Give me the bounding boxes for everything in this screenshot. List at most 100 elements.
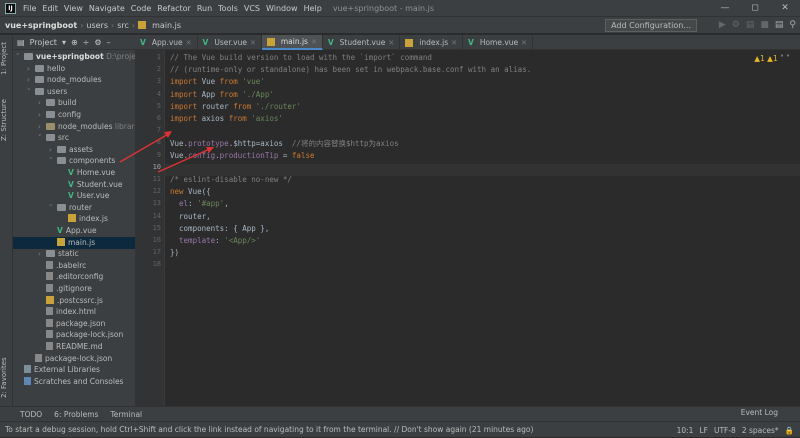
chevron-right-icon[interactable]: › xyxy=(38,109,46,121)
tree-item[interactable]: › static xyxy=(13,248,135,260)
code-line[interactable]: import axios from 'axios' xyxy=(170,114,283,123)
hide-icon[interactable]: – xyxy=(107,38,111,47)
indent-setting[interactable]: 2 spaces* xyxy=(742,426,779,435)
chevron-right-icon[interactable]: › xyxy=(27,74,35,86)
run-icon[interactable]: ▶ xyxy=(719,19,726,32)
code-line[interactable]: components: { App }, xyxy=(170,224,269,233)
menu-item-tools[interactable]: Tools xyxy=(215,4,241,13)
menu-item-refactor[interactable]: Refactor xyxy=(154,4,194,13)
menu-item-edit[interactable]: Edit xyxy=(39,4,61,13)
tree-item[interactable]: index.js xyxy=(13,213,135,225)
add-configuration-button[interactable]: Add Configuration... xyxy=(605,19,697,32)
editor-tab[interactable]: main.js ✕ xyxy=(261,35,323,50)
gear-icon[interactable]: ⚙ xyxy=(94,38,101,47)
breadcrumb-project[interactable]: vue+springboot xyxy=(5,21,77,30)
tree-item[interactable]: ˅ router xyxy=(13,202,135,214)
code-line[interactable]: new Vue({ xyxy=(170,187,211,196)
project-panel-title[interactable]: Project xyxy=(30,38,57,47)
tree-item[interactable]: › config xyxy=(13,109,135,121)
status-message[interactable]: To start a debug session, hold Ctrl+Shif… xyxy=(0,425,533,434)
menu-item-file[interactable]: File xyxy=(20,4,39,13)
tree-item[interactable]: index.html xyxy=(13,306,135,318)
editor-tab[interactable]: V Home.vue ✕ xyxy=(463,35,534,50)
code-line[interactable]: }) xyxy=(170,248,179,257)
menu-item-view[interactable]: View xyxy=(61,4,86,13)
lock-icon[interactable]: 🔒 xyxy=(785,426,794,435)
tree-item[interactable]: ˅ users xyxy=(13,86,135,98)
code-line[interactable]: template: '<App/>' xyxy=(170,236,260,245)
close-icon[interactable]: ✕ xyxy=(388,39,394,47)
caret-position[interactable]: 10:1 xyxy=(677,426,694,435)
code-line[interactable]: /* eslint-disable no-new */ xyxy=(170,175,292,184)
locate-icon[interactable]: ⊕ xyxy=(71,38,78,47)
tree-item[interactable]: V User.vue xyxy=(13,190,135,202)
tree-item[interactable]: V Home.vue xyxy=(13,167,135,179)
tree-item[interactable]: › assets xyxy=(13,144,135,156)
close-icon[interactable]: ✕ xyxy=(770,0,800,17)
problems-tab[interactable]: 6: Problems xyxy=(54,410,98,419)
chevron-right-icon[interactable]: › xyxy=(38,97,46,109)
code-line[interactable]: import router from './router' xyxy=(170,102,301,111)
tree-item[interactable]: Scratches and Consoles xyxy=(13,376,135,388)
editor-tab[interactable]: V App.vue ✕ xyxy=(135,35,198,50)
code-line[interactable]: import App from './App' xyxy=(170,90,274,99)
tree-item[interactable]: ˅ src xyxy=(13,132,135,144)
chevron-up-icon[interactable]: ˄ xyxy=(780,54,784,63)
tree-item[interactable]: README.md xyxy=(13,341,135,353)
tree-item[interactable]: .editorconfig xyxy=(13,271,135,283)
chevron-down-icon[interactable]: ˅ xyxy=(38,132,46,144)
tree-item[interactable]: package-lock.json xyxy=(13,353,135,365)
chevron-down-icon[interactable]: ˅ xyxy=(49,202,57,214)
close-icon[interactable]: ✕ xyxy=(521,39,527,47)
tree-item[interactable]: V Student.vue xyxy=(13,179,135,191)
tree-item[interactable]: ˅ vue+springboot D:\project xyxy=(13,51,135,63)
chevron-right-icon[interactable]: › xyxy=(38,248,46,260)
breadcrumb-users[interactable]: users xyxy=(86,21,108,30)
tree-item[interactable]: External Libraries xyxy=(13,364,135,376)
editor-tab[interactable]: V User.vue ✕ xyxy=(198,35,262,50)
code-line[interactable]: import Vue from 'vue' xyxy=(170,77,265,86)
menu-item-window[interactable]: Window xyxy=(263,4,301,13)
code-line[interactable]: Vue.config.productionTip = false xyxy=(170,151,315,160)
debug-icon[interactable]: ⚙ xyxy=(732,19,740,32)
breadcrumb-src[interactable]: src xyxy=(117,21,129,30)
close-icon[interactable]: ✕ xyxy=(451,39,457,47)
collapse-icon[interactable]: ÷ xyxy=(83,38,90,47)
structure-tool-tab[interactable]: Z: Structure xyxy=(0,95,13,145)
project-tool-tab[interactable]: 1: Project xyxy=(0,39,13,79)
close-icon[interactable]: ✕ xyxy=(186,39,192,47)
maximize-icon[interactable]: ◻ xyxy=(740,0,770,17)
editor-tab[interactable]: index.js ✕ xyxy=(400,35,464,50)
tree-item[interactable]: › node_modules library xyxy=(13,121,135,133)
tree-item[interactable]: ˅ components xyxy=(13,155,135,167)
breadcrumb-file[interactable]: main.js xyxy=(152,21,181,30)
tree-item[interactable]: V App.vue xyxy=(13,225,135,237)
code-editor[interactable]: 1 2 3 4 5 6 7 8 9 10 11 12 13 14 15 16 17 18 // The Vue b… xyxy=(135,50,800,406)
chevron-right-icon[interactable]: › xyxy=(49,144,57,156)
tree-item[interactable]: › hello xyxy=(13,63,135,75)
tree-item[interactable]: › node_modules xyxy=(13,74,135,86)
chevron-down-icon[interactable]: ▾ xyxy=(62,38,66,47)
code-line[interactable]: el: '#app', xyxy=(170,199,229,208)
coverage-icon[interactable]: ▤ xyxy=(746,19,755,32)
tree-item[interactable]: .babelrc xyxy=(13,260,135,272)
menu-item-help[interactable]: Help xyxy=(301,4,325,13)
close-icon[interactable]: ✕ xyxy=(250,39,256,47)
chevron-down-icon[interactable]: ˅ xyxy=(27,86,35,98)
minimize-icon[interactable]: — xyxy=(710,0,740,17)
code-line[interactable]: router, xyxy=(170,212,211,221)
tree-item[interactable]: › build xyxy=(13,97,135,109)
inspection-widget[interactable]: ▲1 ▲1 ˄ ˅ xyxy=(754,54,790,63)
todo-tab[interactable]: TODO xyxy=(20,410,42,419)
event-log-button[interactable]: Event Log xyxy=(741,408,778,417)
menu-item-vcs[interactable]: VCS xyxy=(241,4,263,13)
code-line[interactable]: Vue.prototype.$http=axios //将的内容替换$http为… xyxy=(170,138,399,149)
menu-item-code[interactable]: Code xyxy=(128,4,154,13)
tree-item[interactable]: .gitignore xyxy=(13,283,135,295)
search-everywhere-icon[interactable]: ⚲ xyxy=(789,19,796,32)
code-line[interactable]: // (runtime-only or standalone) has been… xyxy=(170,65,531,74)
chevron-down-icon[interactable]: ˅ xyxy=(786,54,790,63)
menu-item-run[interactable]: Run xyxy=(194,4,215,13)
favorites-tool-tab[interactable]: 2: Favorites xyxy=(0,353,13,403)
project-structure-icon[interactable]: ▤ xyxy=(775,19,784,32)
